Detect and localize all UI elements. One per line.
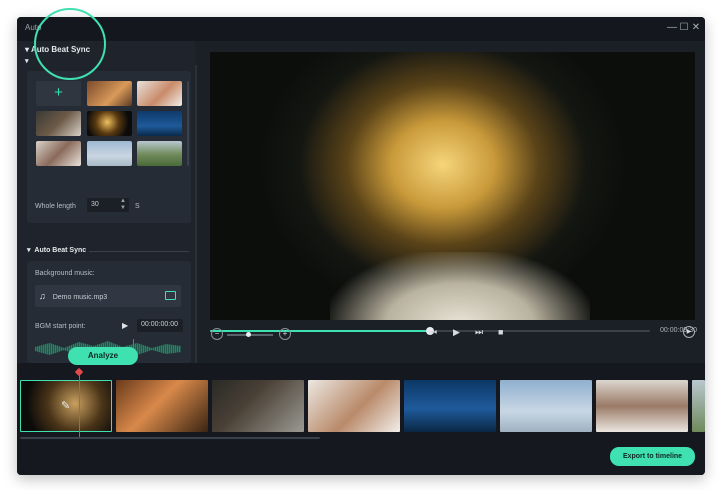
music-file-name: Demo music.mp3 [52,294,108,301]
playhead-line[interactable] [79,373,80,439]
close-button[interactable]: ✕ [689,22,703,34]
whole-length-input[interactable]: 30 ▲ ▼ [87,198,129,212]
media-scrollbar[interactable] [187,81,189,166]
play-bgm-icon[interactable]: ▶ [122,321,128,330]
bgm-start-label: BGM start point: [35,323,86,330]
section-divider [89,251,189,252]
add-media-button[interactable]: + [36,81,81,106]
playback-controls: − + ⏮ ▶ ⏭ ■ ▶ [195,322,705,362]
music-file-field[interactable]: ♫ Demo music.mp3 [35,285,181,307]
timeline-clip[interactable] [596,380,688,432]
media-thumb[interactable] [137,141,182,166]
play-icon[interactable]: ▶ [453,327,460,338]
timeline-clip-partial[interactable] [692,380,705,432]
folder-icon[interactable] [165,291,176,300]
whole-length-value: 30 [91,201,99,208]
preview-shirt-highlight [330,252,590,320]
play-circle-icon[interactable]: ▶ [683,326,695,338]
media-panel: + Whole length 30 ▲ ▼ S [27,71,191,223]
timeline-panel: ✎ [17,363,705,475]
title-bar: Auto — ☐ ✕ [17,17,705,41]
timeline-clip[interactable] [116,380,208,432]
zoom-slider[interactable] [227,332,273,337]
video-preview[interactable] [210,52,695,320]
music-note-icon: ♫ [39,291,46,301]
analyze-button[interactable]: Analyze [68,347,138,365]
media-thumb[interactable] [137,111,182,136]
timeline-clip[interactable] [308,380,400,432]
background-music-label: Background music: [35,270,95,277]
media-thumb[interactable] [87,141,132,166]
media-collapse-arrow-icon[interactable]: ▾ [25,57,29,65]
zoom-out-icon[interactable]: − [211,328,223,340]
whole-length-unit: S [135,203,140,210]
media-thumb[interactable] [36,141,81,166]
sidebar: ▾ Auto Beat Sync ▾ + Whole length 30 ▲ ▼ … [17,41,197,365]
auto-beat-sync-window: Auto — ☐ ✕ ▾ Auto Beat Sync ▾ + Whole le… [17,17,705,475]
timeline-clip[interactable] [404,380,496,432]
whole-length-label: Whole length [35,203,76,210]
media-thumb[interactable] [36,111,81,136]
bgm-start-input[interactable]: 00:00:00:00 [137,319,183,332]
next-frame-icon[interactable]: ⏭ [475,327,483,338]
sidebar-splitter[interactable] [195,65,197,365]
stop-icon[interactable]: ■ [498,327,503,337]
timeline-scrollbar[interactable] [20,437,320,439]
zoom-in-icon[interactable]: + [279,328,291,340]
previous-frame-icon[interactable]: ⏮ [429,327,437,338]
highlight-circle [34,8,106,80]
edit-pencil-icon[interactable]: ✎ [61,399,70,412]
media-thumb[interactable] [87,111,132,136]
export-to-timeline-button[interactable]: Export to timeline [610,447,695,466]
section-title: Auto Beat Sync [34,247,87,254]
zoom-slider-handle[interactable] [245,332,251,337]
section-header-auto-beat-sync-2[interactable]: ▾ Auto Beat Sync [27,246,86,254]
timeline-clip[interactable] [500,380,592,432]
stepper-arrows-icon[interactable]: ▲ ▼ [120,198,126,212]
media-thumb[interactable] [137,81,182,106]
timeline-clip[interactable] [212,380,304,432]
media-thumb[interactable] [87,81,132,106]
timeline-clip-selected[interactable]: ✎ [20,380,112,432]
